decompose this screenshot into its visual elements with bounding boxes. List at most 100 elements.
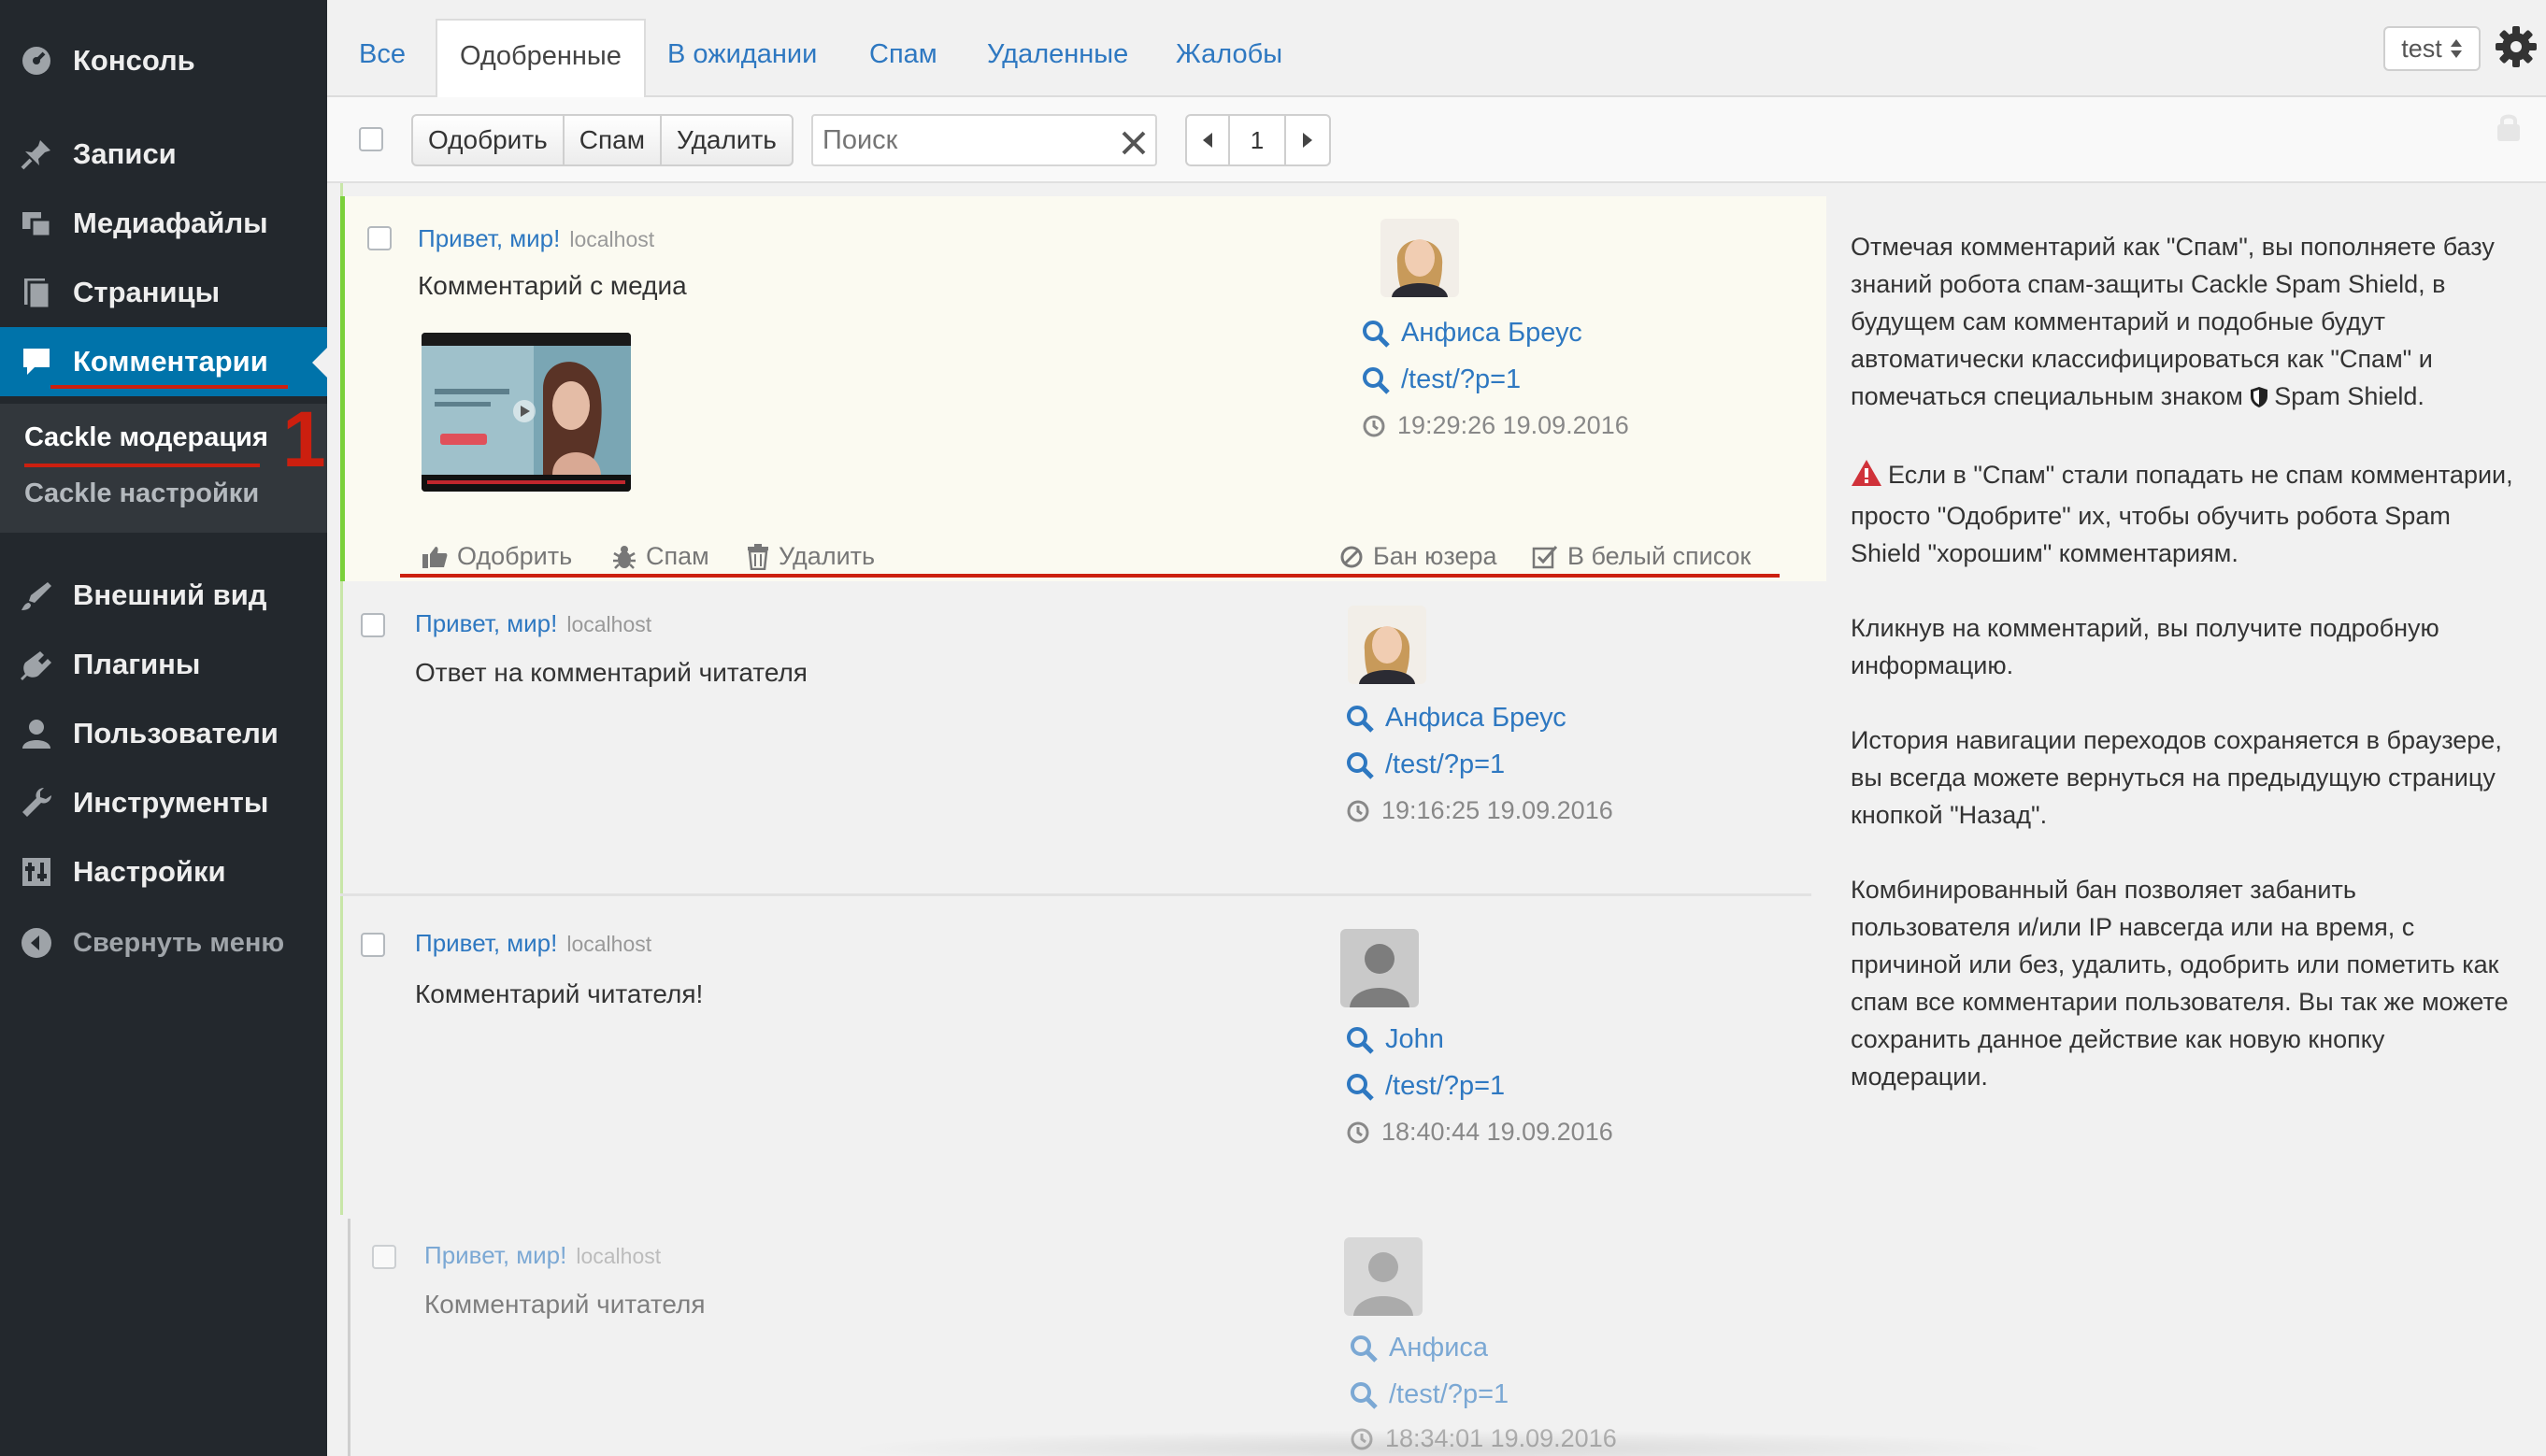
comment-post-title[interactable]: Привет, мир! localhost [415, 929, 651, 958]
comment-url-text[interactable]: /test/?p=1 [1401, 364, 1521, 395]
bulk-spam-button[interactable]: Спам [565, 116, 662, 164]
post-title-link[interactable]: Привет, мир! [415, 609, 557, 637]
sidebar-item-label: Настройки [73, 855, 226, 888]
bulk-approve-button[interactable]: Одобрить [413, 116, 565, 164]
comment-host: localhost [569, 227, 655, 251]
comment-url[interactable]: /test/?p=1 [1346, 1071, 1505, 1102]
comment-author[interactable]: Анфиса [1350, 1333, 1488, 1363]
post-title-link[interactable]: Привет, мир! [418, 224, 560, 252]
comment-author-name[interactable]: Анфиса Бреус [1385, 703, 1566, 734]
comment-card[interactable]: Привет, мир! localhost Ответ на комментар… [340, 589, 1826, 897]
search-icon [1351, 1381, 1378, 1409]
avatar [1380, 219, 1459, 297]
collapse-menu-button[interactable]: Свернуть меню [0, 908, 327, 978]
help-panel: Отмечая комментарий как "Спам", вы попол… [1851, 228, 2514, 1133]
comment-author[interactable]: Анфиса Бреус [1346, 703, 1566, 734]
comment-url-text[interactable]: /test/?p=1 [1389, 1379, 1509, 1410]
comment-checkbox[interactable] [361, 613, 385, 637]
tab-all[interactable]: Все [359, 39, 406, 70]
tab-deleted[interactable]: Удаленные [987, 39, 1128, 70]
comment-author[interactable]: John [1346, 1024, 1444, 1055]
user-select[interactable]: test [2383, 26, 2481, 71]
search-icon [1347, 705, 1374, 733]
comment-checkbox[interactable] [372, 1245, 396, 1269]
sidebar-item-tools[interactable]: Инструменты [0, 768, 327, 837]
trash-icon [748, 543, 768, 570]
thumbs-up-icon [422, 546, 448, 568]
sidebar-item-media[interactable]: Медиафайлы [0, 189, 327, 258]
sidebar-item-settings[interactable]: Настройки [0, 837, 327, 906]
submenu-item-cackle-settings[interactable]: Cackle настройки [24, 478, 259, 509]
ban-user-action[interactable]: Бан юзера [1339, 542, 1497, 571]
comment-time: 19:16:25 19.09.2016 [1346, 796, 1613, 825]
comment-author-name[interactable]: John [1385, 1024, 1444, 1055]
approve-action[interactable]: Одобрить [422, 542, 572, 571]
clock-icon [1347, 1121, 1369, 1143]
post-title-link[interactable]: Привет, мир! [415, 929, 557, 957]
gear-icon[interactable] [2494, 24, 2539, 69]
bulk-toolbar: Одобрить Спам Удалить 1 [327, 97, 2546, 183]
comment-post-title[interactable]: Привет, мир! localhost [418, 224, 654, 253]
tab-complaints[interactable]: Жалобы [1176, 39, 1282, 70]
comment-host: localhost [566, 932, 652, 956]
sidebar-item-posts[interactable]: Записи [0, 120, 327, 189]
whitelist-label: В белый список [1567, 542, 1752, 570]
comment-url[interactable]: /test/?p=1 [1362, 364, 1521, 395]
annotation-underline [50, 385, 288, 389]
comment-time: 19:29:26 19.09.2016 [1362, 411, 1629, 440]
prev-page-button[interactable] [1187, 116, 1230, 164]
comment-time: 18:40:44 19.09.2016 [1346, 1118, 1613, 1147]
users-icon [17, 714, 56, 753]
sidebar-item-label: Страницы [73, 276, 221, 308]
bulk-delete-button[interactable]: Удалить [662, 116, 792, 164]
collapse-menu-label: Свернуть меню [73, 927, 285, 958]
comment-checkbox[interactable] [367, 226, 392, 250]
tab-spam[interactable]: Спам [869, 39, 937, 70]
search-icon [1363, 366, 1390, 394]
select-all-checkbox[interactable] [359, 127, 383, 151]
comment-time-text: 19:29:26 19.09.2016 [1397, 411, 1629, 439]
comment-author-name[interactable]: Анфиса [1389, 1333, 1488, 1363]
close-icon[interactable] [1120, 129, 1148, 157]
comment-url[interactable]: /test/?p=1 [1350, 1379, 1509, 1410]
comment-card[interactable]: Привет, мир! localhost Комментарий читате… [340, 916, 1826, 1215]
post-title-link[interactable]: Привет, мир! [424, 1241, 566, 1269]
ban-icon [1340, 546, 1363, 567]
comment-author[interactable]: Анфиса Бреус [1362, 318, 1582, 349]
tab-approved[interactable]: Одобренные [436, 19, 646, 99]
comment-post-title[interactable]: Привет, мир! localhost [415, 609, 651, 638]
comment-url-text[interactable]: /test/?p=1 [1385, 749, 1505, 780]
sidebar-item-plugins[interactable]: Плагины [0, 630, 327, 699]
admin-sidebar: Консоль Записи Медиафайлы Страницы Комме [0, 0, 327, 1456]
media-thumbnail[interactable] [422, 333, 631, 492]
sidebar-item-console[interactable]: Консоль [0, 26, 327, 95]
search-input[interactable] [811, 114, 1157, 166]
sidebar-item-users[interactable]: Пользователи [0, 699, 327, 768]
comment-author-name[interactable]: Анфиса Бреус [1401, 318, 1582, 349]
page-number[interactable]: 1 [1230, 116, 1286, 164]
search-icon [1347, 751, 1374, 779]
approve-action-label: Одобрить [457, 542, 573, 570]
next-page-button[interactable] [1286, 116, 1329, 164]
whitelist-action[interactable]: В белый список [1532, 542, 1751, 571]
sidebar-item-appearance[interactable]: Внешний вид [0, 561, 327, 630]
sidebar-item-pages[interactable]: Страницы [0, 258, 327, 327]
annotation-underline [24, 464, 260, 467]
pagination: 1 [1185, 114, 1331, 166]
comment-post-title[interactable]: Привет, мир! localhost [424, 1241, 661, 1270]
tab-pending[interactable]: В ожидании [667, 39, 817, 70]
comment-checkbox[interactable] [361, 933, 385, 957]
comment-card[interactable]: Привет, мир! localhost Комментарий читате… [340, 1224, 1826, 1456]
submenu-item-cackle-moderation[interactable]: Cackle модерация [24, 422, 268, 453]
collapse-icon [17, 923, 56, 963]
comment-url-text[interactable]: /test/?p=1 [1385, 1071, 1505, 1102]
comment-card[interactable]: Привет, мир! localhost Комментарий с меди… [340, 196, 1826, 581]
delete-action[interactable]: Удалить [747, 542, 875, 571]
comment-text: Ответ на комментарий читателя [415, 658, 808, 687]
spam-action[interactable]: Спам [612, 542, 709, 571]
avatar [1348, 606, 1426, 684]
bulk-actions: Одобрить Спам Удалить [411, 114, 794, 166]
chevron-left-icon [1203, 133, 1212, 148]
spam-action-label: Спам [646, 542, 709, 570]
comment-url[interactable]: /test/?p=1 [1346, 749, 1505, 780]
